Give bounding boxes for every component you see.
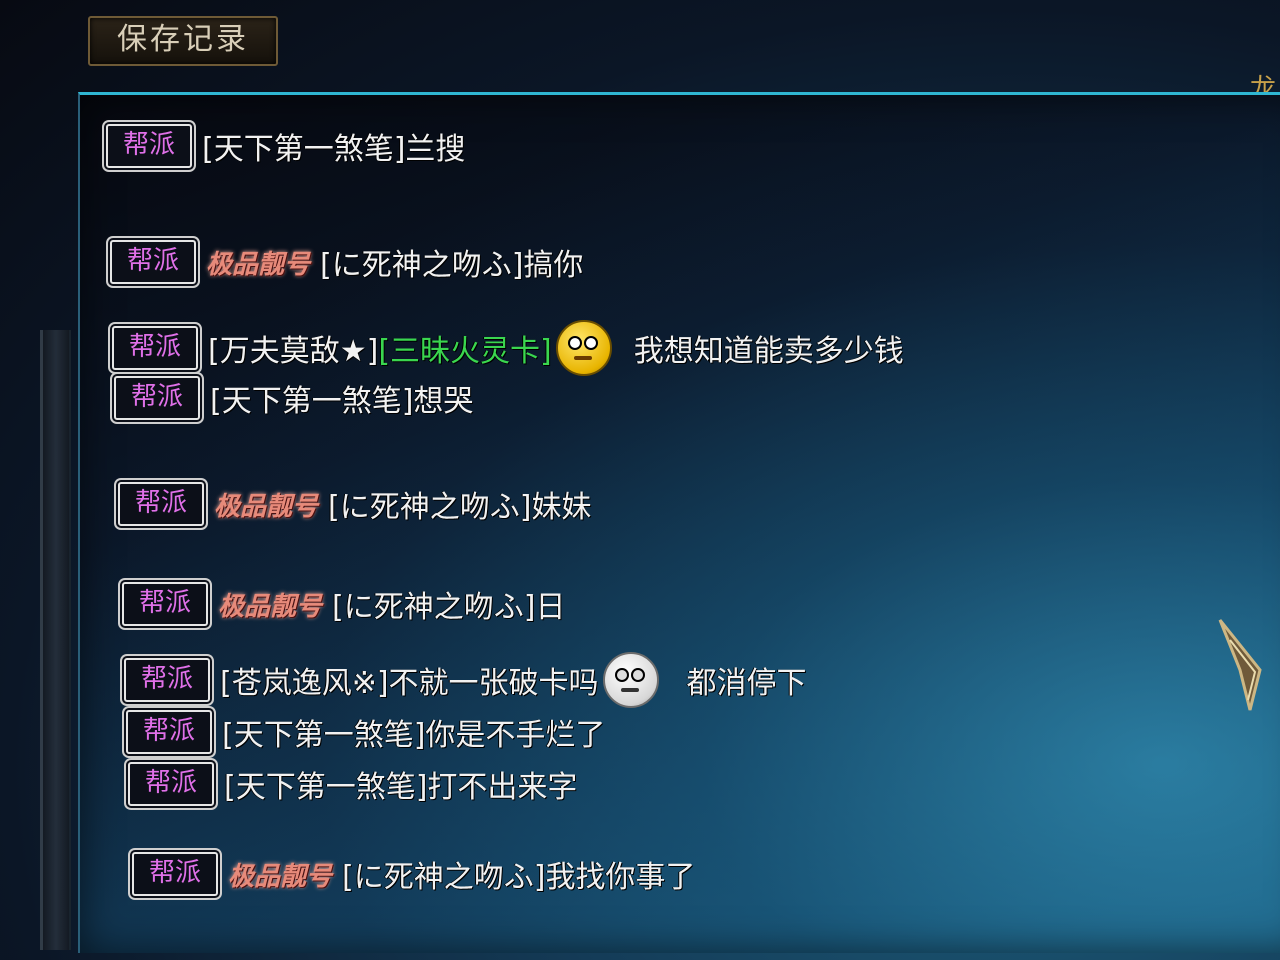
message-text: 想哭 bbox=[413, 384, 474, 419]
chat-message: 帮派 极品靓号 [に死神之吻ふ] 搞你 bbox=[108, 238, 584, 286]
window-title: 保存记录 bbox=[88, 16, 278, 66]
sender-name[interactable]: [天下第一煞笔] bbox=[224, 762, 427, 806]
message-text: 我找你事了 bbox=[545, 860, 696, 895]
chat-message: 帮派 [天下第一煞笔] 兰搜 bbox=[104, 122, 466, 170]
message-text: 我想知道能卖多少钱 bbox=[633, 334, 904, 369]
guild-channel-badge[interactable]: 帮派 bbox=[104, 122, 194, 170]
sender-name[interactable]: [に死神之吻ふ] bbox=[320, 240, 523, 284]
side-rail bbox=[40, 330, 71, 950]
ornament-icon bbox=[1218, 619, 1262, 711]
chat-message: 帮派 [天下第一煞笔] 你是不手烂了 bbox=[124, 708, 606, 756]
message-text: 妹妹 bbox=[531, 490, 592, 525]
guild-channel-badge[interactable]: 帮派 bbox=[122, 656, 212, 704]
sender-name[interactable]: [に死神之吻ふ] bbox=[332, 582, 535, 626]
sender-name[interactable]: [万夫莫敌★] bbox=[208, 326, 378, 370]
sender-name[interactable]: [苍岚逸风※] bbox=[220, 658, 389, 702]
message-text: 搞你 bbox=[523, 248, 584, 283]
guild-channel-badge[interactable]: 帮派 bbox=[110, 324, 200, 372]
speechless-face-emoji-icon bbox=[602, 652, 659, 708]
chat-message: 帮派 [天下第一煞笔] 想哭 bbox=[112, 374, 474, 422]
message-text: 兰搜 bbox=[405, 132, 466, 167]
message-text: 你是不手烂了 bbox=[425, 718, 606, 753]
sender-name[interactable]: [天下第一煞笔] bbox=[222, 710, 425, 754]
game-screen: 保存记录 龙 帮派 [天下第一煞笔] 兰搜 帮派 极品靓号 [に死神之吻ふ] 搞… bbox=[0, 0, 1280, 960]
guild-channel-badge[interactable]: 帮派 bbox=[116, 480, 206, 528]
chat-message: 帮派 [万夫莫敌★] [三昧火灵卡] 我想知道能卖多少钱 bbox=[110, 320, 904, 376]
chat-message: 帮派 [天下第一煞笔] 打不出来字 bbox=[126, 760, 578, 808]
chat-message: 帮派 [苍岚逸风※] 不就一张破卡吗 都消停下 bbox=[122, 652, 807, 708]
guild-channel-badge[interactable]: 帮派 bbox=[112, 374, 202, 422]
message-text-after-emoji: 都消停下 bbox=[686, 666, 807, 701]
sender-title: 极品靓号 bbox=[228, 861, 333, 892]
message-text: 日 bbox=[535, 590, 566, 625]
chat-message: 帮派 极品靓号 [に死神之吻ふ] 我找你事了 bbox=[130, 850, 696, 898]
chat-message: 帮派 极品靓号 [に死神之吻ふ] 日 bbox=[120, 580, 566, 628]
sender-title: 极品靓号 bbox=[218, 591, 323, 622]
sender-name[interactable]: [に死神之吻ふ] bbox=[328, 482, 531, 526]
guild-channel-badge[interactable]: 帮派 bbox=[130, 850, 220, 898]
guild-channel-badge[interactable]: 帮派 bbox=[120, 580, 210, 628]
confused-face-emoji-icon bbox=[555, 320, 612, 376]
guild-channel-badge[interactable]: 帮派 bbox=[108, 238, 198, 286]
chat-message: 帮派 极品靓号 [に死神之吻ふ] 妹妹 bbox=[116, 480, 592, 528]
item-link[interactable]: [三昧火灵卡] bbox=[378, 326, 551, 370]
message-text: 不就一张破卡吗 bbox=[388, 666, 599, 701]
sender-title: 极品靓号 bbox=[214, 491, 319, 522]
guild-channel-badge[interactable]: 帮派 bbox=[126, 760, 216, 808]
sender-name[interactable]: [天下第一煞笔] bbox=[202, 124, 405, 168]
guild-channel-badge[interactable]: 帮派 bbox=[124, 708, 214, 756]
sender-name[interactable]: [天下第一煞笔] bbox=[210, 376, 413, 420]
message-text: 打不出来字 bbox=[427, 770, 578, 805]
sender-title: 极品靓号 bbox=[206, 249, 311, 280]
sender-name[interactable]: [に死神之吻ふ] bbox=[342, 852, 545, 896]
